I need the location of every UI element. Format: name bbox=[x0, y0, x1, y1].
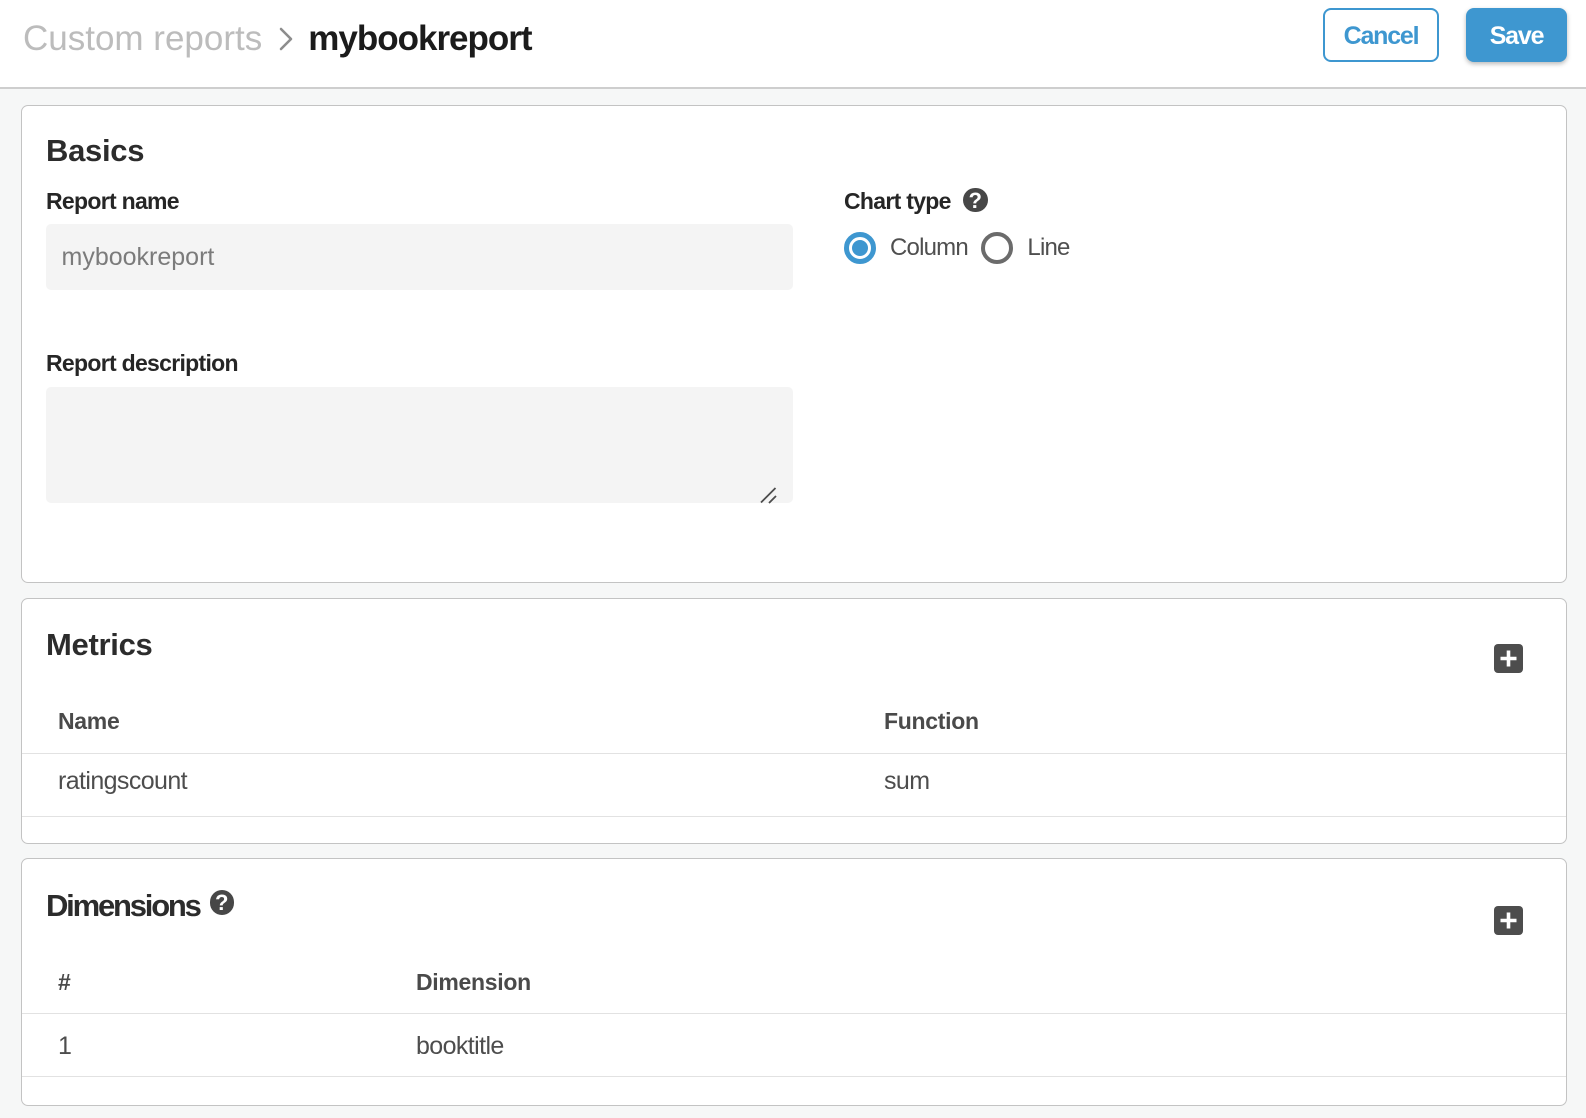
breadcrumb-current: mybookreport bbox=[308, 19, 531, 59]
dimensions-help-icon[interactable]: ? bbox=[210, 890, 235, 915]
radio-line-circle bbox=[981, 232, 1013, 264]
radio-column-label: Column bbox=[890, 234, 968, 262]
metrics-row[interactable]: ratingscount sum bbox=[22, 753, 1566, 816]
dimensions-row[interactable]: 1 booktitle bbox=[22, 1013, 1566, 1076]
breadcrumb: Custom reports mybookreport bbox=[23, 0, 532, 78]
radio-line[interactable]: Line bbox=[981, 232, 1070, 264]
dimension-index-cell: 1 bbox=[22, 1013, 380, 1076]
metrics-col-function: Function bbox=[848, 693, 1566, 753]
dimensions-col-index: # bbox=[22, 953, 380, 1013]
metrics-title: Metrics bbox=[46, 629, 152, 660]
dimensions-col-dimension: Dimension bbox=[380, 953, 1566, 1013]
metrics-col-name: Name bbox=[22, 693, 848, 753]
radio-column-dot bbox=[852, 240, 868, 256]
top-bar: Custom reports mybookreport Cancel Save bbox=[0, 0, 1586, 89]
chart-type-help-icon[interactable]: ? bbox=[963, 188, 988, 213]
report-name-input[interactable] bbox=[46, 224, 793, 290]
metric-name-cell: ratingscount bbox=[22, 753, 848, 816]
chart-type-label: Chart type bbox=[844, 188, 951, 215]
dimensions-card: Dimensions ? # Dimension 1 booktitle bbox=[21, 858, 1567, 1106]
plus-icon bbox=[1494, 644, 1523, 673]
add-dimension-button[interactable] bbox=[1494, 906, 1523, 935]
basics-title: Basics bbox=[46, 135, 144, 166]
metrics-table: Name Function ratingscount sum bbox=[22, 693, 1566, 817]
metric-function-cell: sum bbox=[848, 753, 1566, 816]
report-name-label: Report name bbox=[46, 188, 179, 215]
radio-column-circle bbox=[844, 232, 876, 264]
dimensions-header-row: # Dimension bbox=[22, 953, 1566, 1013]
dimension-name-cell: booktitle bbox=[380, 1013, 1566, 1076]
report-description-textarea[interactable] bbox=[46, 387, 793, 503]
report-description-label: Report description bbox=[46, 350, 238, 377]
basics-card: Basics Report name Report description Ch… bbox=[21, 105, 1567, 583]
add-metric-button[interactable] bbox=[1494, 644, 1523, 673]
plus-icon bbox=[1494, 906, 1523, 935]
breadcrumb-section[interactable]: Custom reports bbox=[23, 19, 262, 59]
dimensions-table: # Dimension 1 booktitle bbox=[22, 953, 1566, 1077]
cancel-button[interactable]: Cancel bbox=[1323, 8, 1439, 62]
metrics-card: Metrics Name Function ratingscount sum bbox=[21, 598, 1567, 844]
radio-column[interactable]: Column bbox=[844, 232, 968, 264]
chart-type-radio-group: Column Line bbox=[844, 232, 1070, 264]
chevron-right-icon bbox=[278, 24, 294, 54]
metrics-header-row: Name Function bbox=[22, 693, 1566, 753]
save-button[interactable]: Save bbox=[1466, 8, 1567, 62]
dimensions-title: Dimensions bbox=[46, 890, 200, 921]
radio-line-label: Line bbox=[1027, 234, 1069, 262]
